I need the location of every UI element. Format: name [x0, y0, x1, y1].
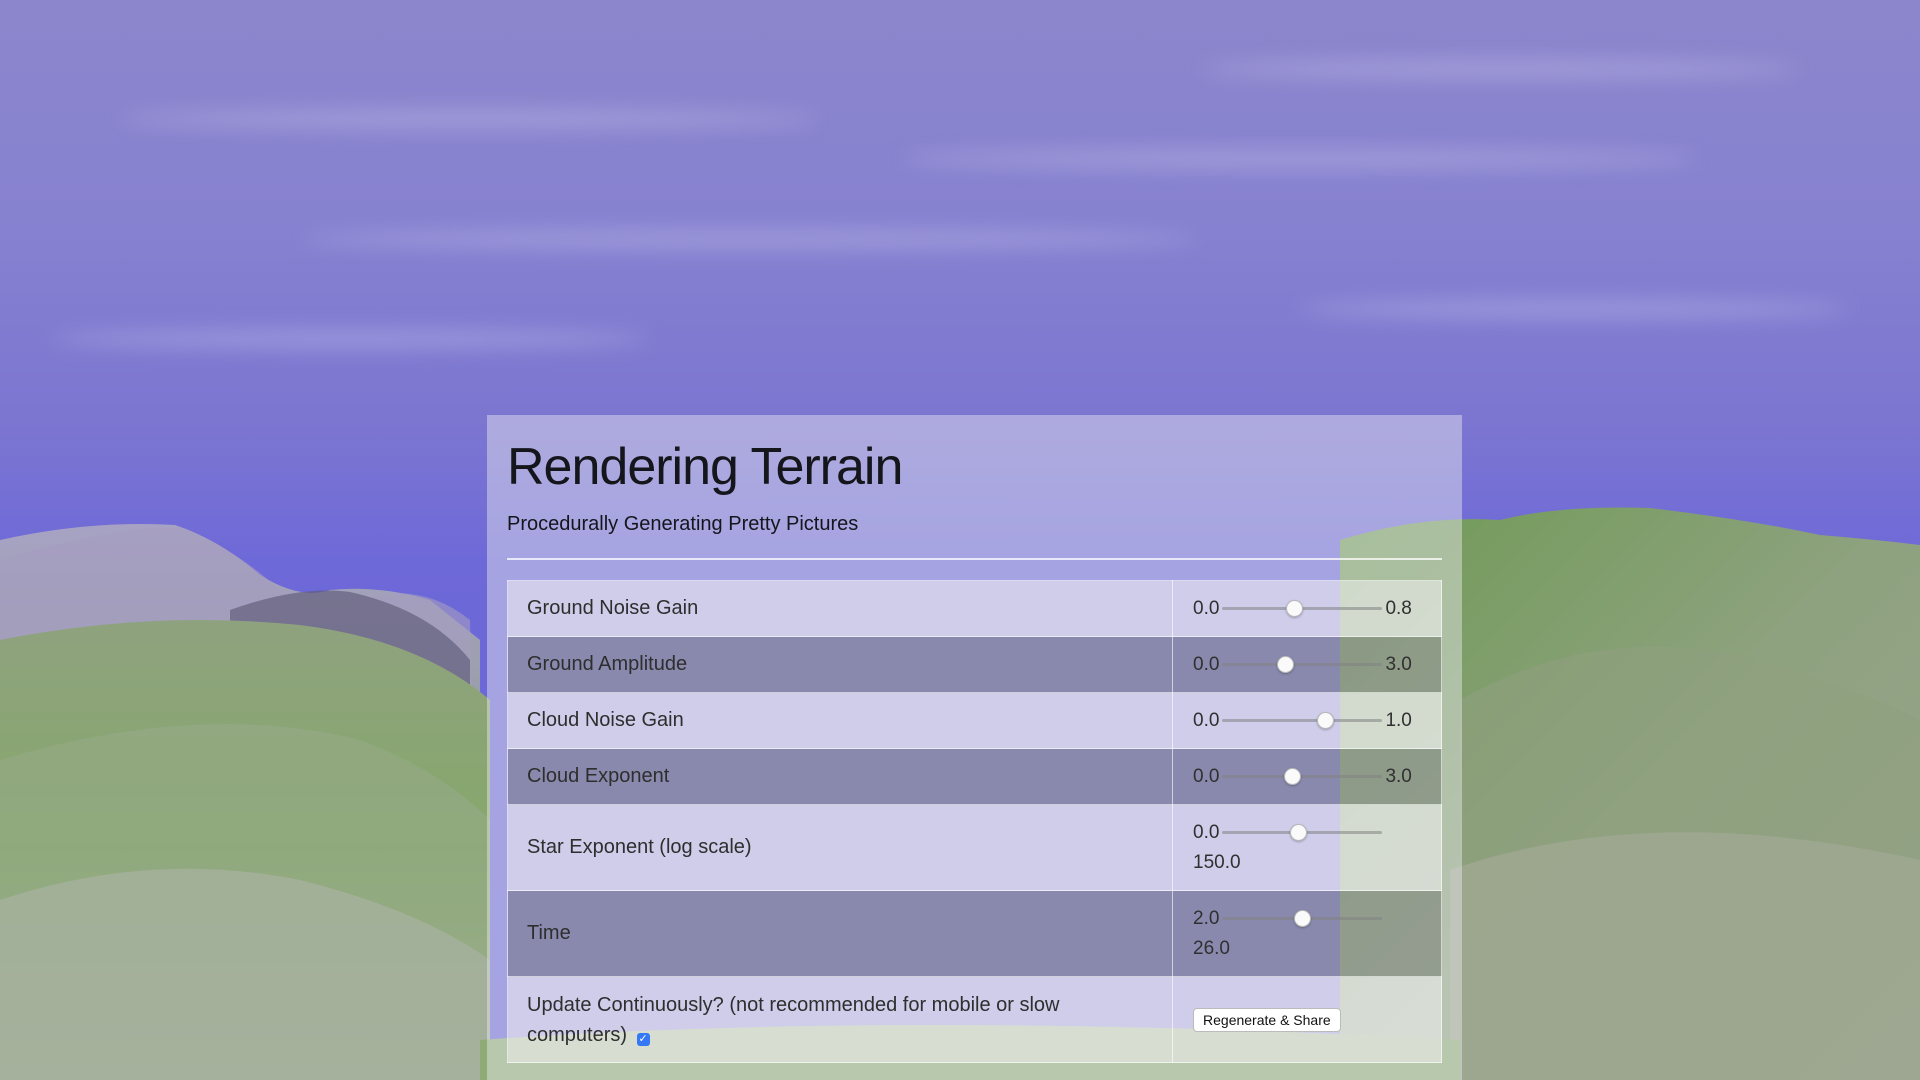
- slider-thumb[interactable]: [1317, 711, 1335, 729]
- control-row-cloud-exponent: Cloud Exponent 0.0 3.0: [506, 748, 1442, 805]
- slider-track: [1222, 774, 1383, 778]
- slider-max: 150.0: [1193, 851, 1241, 873]
- control-label: Star Exponent (log scale): [506, 804, 1174, 891]
- slider-max: 3.0: [1385, 653, 1412, 675]
- cloud-exponent-slider[interactable]: [1222, 767, 1383, 785]
- star-exponent-slider[interactable]: [1222, 823, 1383, 841]
- control-row-star-exponent: Star Exponent (log scale) 0.0 150.0: [506, 804, 1442, 891]
- ground-noise-gain-slider[interactable]: [1222, 599, 1383, 617]
- slider-min: 0.0: [1193, 709, 1220, 731]
- slider-track: [1222, 718, 1383, 722]
- controls-table: Ground Noise Gain 0.0 0.8 Ground Amplitu…: [506, 580, 1442, 1063]
- control-row-update: Update Continuously? (not recommended fo…: [506, 976, 1442, 1063]
- slider-min: 0.0: [1193, 597, 1220, 619]
- slider-min: 2.0: [1193, 907, 1220, 929]
- slider-thumb[interactable]: [1284, 767, 1302, 785]
- control-row-cloud-noise-gain: Cloud Noise Gain 0.0 1.0: [506, 692, 1442, 749]
- slider-max: 26.0: [1193, 937, 1230, 959]
- control-label: Time: [506, 890, 1174, 977]
- divider: [507, 558, 1442, 560]
- slider-min: 0.0: [1193, 765, 1220, 787]
- slider-track: [1222, 662, 1383, 666]
- info-panel: Rendering Terrain Procedurally Generatin…: [487, 415, 1462, 1080]
- cloud-noise-gain-slider[interactable]: [1222, 711, 1383, 729]
- slider-thumb[interactable]: [1277, 655, 1295, 673]
- slider-max: 0.8: [1385, 597, 1412, 619]
- slider-min: 0.0: [1193, 653, 1220, 675]
- page-title: Rendering Terrain: [507, 438, 903, 496]
- control-label: Cloud Noise Gain: [506, 692, 1174, 749]
- ground-amplitude-slider[interactable]: [1222, 655, 1383, 673]
- update-continuously-label: Update Continuously? (not recommended fo…: [527, 993, 1060, 1046]
- slider-thumb[interactable]: [1285, 599, 1303, 617]
- slider-thumb[interactable]: [1290, 823, 1308, 841]
- control-label: Cloud Exponent: [506, 748, 1174, 805]
- update-continuously-checkbox[interactable]: ✓: [636, 1032, 650, 1046]
- control-row-ground-amplitude: Ground Amplitude 0.0 3.0: [506, 636, 1442, 693]
- slider-max: 1.0: [1385, 709, 1412, 731]
- slider-min: 0.0: [1193, 821, 1220, 843]
- control-row-time: Time 2.0 26.0: [506, 890, 1442, 977]
- time-slider[interactable]: [1222, 909, 1383, 927]
- control-label: Ground Noise Gain: [506, 580, 1174, 637]
- control-row-ground-noise-gain: Ground Noise Gain 0.0 0.8: [506, 580, 1442, 637]
- slider-max: 3.0: [1385, 765, 1412, 787]
- control-label: Ground Amplitude: [506, 636, 1174, 693]
- regenerate-share-button[interactable]: Regenerate & Share: [1193, 1007, 1341, 1032]
- slider-thumb[interactable]: [1294, 909, 1312, 927]
- page-subtitle: Procedurally Generating Pretty Pictures: [507, 513, 859, 535]
